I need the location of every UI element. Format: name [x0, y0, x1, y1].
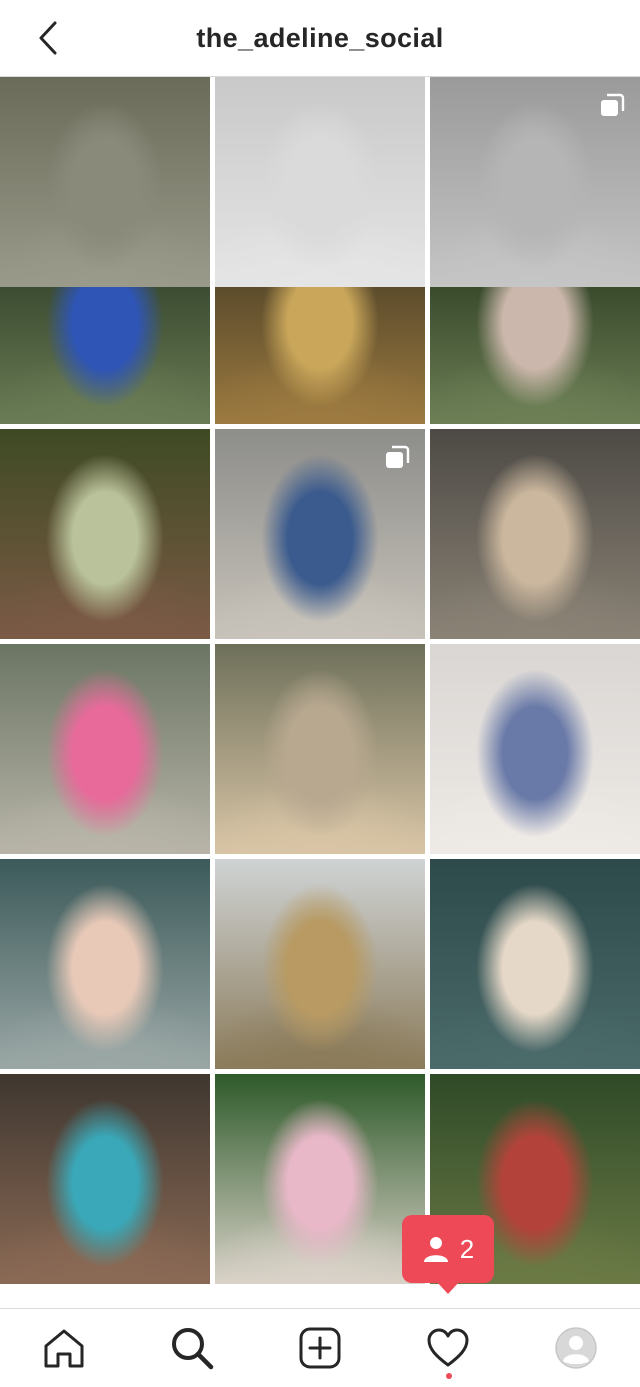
search-icon [172, 1328, 214, 1370]
grid-photo[interactable] [0, 644, 210, 854]
activity-badge-dot [446, 1373, 452, 1379]
carousel-icon [386, 445, 410, 468]
carousel-icon [601, 93, 625, 116]
grid-photo[interactable] [430, 859, 640, 1069]
grid-photo[interactable] [0, 859, 210, 1069]
profile-username: the_adeline_social [196, 23, 444, 53]
nav-home[interactable] [0, 1309, 128, 1387]
grid-photo[interactable] [215, 429, 425, 639]
notification-count: 2 [459, 1233, 475, 1264]
grid-photo[interactable] [215, 859, 425, 1069]
avatar-icon [555, 1327, 597, 1369]
heart-icon [427, 1328, 469, 1367]
grid-photo[interactable] [215, 644, 425, 854]
follower-notification-bubble[interactable]: 2 [402, 1215, 494, 1283]
nav-activity[interactable] [384, 1309, 512, 1387]
grid-photo[interactable] [215, 1074, 425, 1284]
grid-photo[interactable] [430, 429, 640, 639]
grid-photo[interactable] [0, 77, 210, 287]
top-header: the_adeline_social [0, 0, 640, 77]
nav-profile[interactable] [512, 1309, 640, 1387]
grid-photo[interactable] [430, 644, 640, 854]
nav-search[interactable] [128, 1309, 256, 1387]
person-icon [423, 1237, 448, 1262]
bottom-nav [0, 1308, 640, 1387]
home-icon [44, 1329, 84, 1368]
grid-photo[interactable] [0, 1074, 210, 1284]
grid-photo[interactable] [215, 77, 425, 287]
grid-photo[interactable] [0, 429, 210, 639]
nav-new-post[interactable] [256, 1309, 384, 1387]
grid-photo[interactable] [430, 77, 640, 287]
notification-tail [436, 1281, 460, 1294]
plus-square-icon [299, 1327, 341, 1369]
